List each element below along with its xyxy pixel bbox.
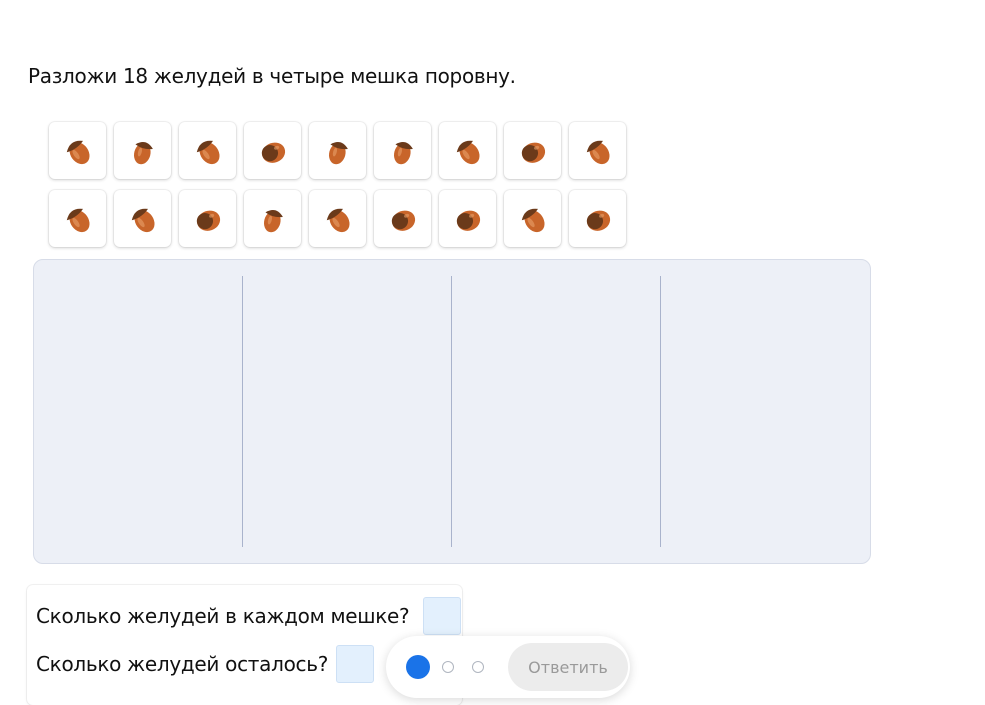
bags-area[interactable] (33, 259, 871, 564)
acorn-card[interactable] (49, 122, 106, 179)
acorn-icon (580, 133, 616, 169)
acorn-card[interactable] (439, 122, 496, 179)
step-dot-2[interactable] (442, 661, 454, 673)
acorn-icon (60, 133, 96, 169)
acorn-icon (385, 201, 421, 237)
acorn-icon (450, 201, 486, 237)
acorn-card[interactable] (309, 190, 366, 247)
acorn-card[interactable] (374, 122, 431, 179)
acorn-tray (49, 122, 629, 247)
question-label-per-bag: Сколько желудей в каждом мешке? (36, 604, 410, 628)
acorn-icon (580, 201, 616, 237)
acorn-card[interactable] (49, 190, 106, 247)
acorn-icon (190, 201, 226, 237)
acorn-card[interactable] (374, 190, 431, 247)
question-label-remaining: Сколько желудей осталось? (36, 652, 329, 676)
acorn-icon (60, 201, 96, 237)
acorn-card[interactable] (114, 190, 171, 247)
bag-slot-4[interactable] (661, 260, 870, 563)
task-title: Разложи 18 желудей в четыре мешка поровн… (28, 64, 516, 88)
acorn-icon (515, 133, 551, 169)
acorn-icon (385, 133, 421, 169)
acorn-card[interactable] (179, 190, 236, 247)
acorn-icon (255, 133, 291, 169)
acorn-icon (255, 201, 291, 237)
acorn-icon (125, 133, 161, 169)
acorn-icon (450, 133, 486, 169)
acorn-card[interactable] (504, 190, 561, 247)
acorn-card[interactable] (439, 190, 496, 247)
bag-slot-2[interactable] (243, 260, 452, 563)
bag-slot-3[interactable] (452, 260, 661, 563)
acorn-card[interactable] (114, 122, 171, 179)
bag-slot-1[interactable] (34, 260, 243, 563)
bottom-action-bar: Ответить (386, 636, 630, 698)
acorn-card[interactable] (244, 190, 301, 247)
acorn-card[interactable] (504, 122, 561, 179)
acorn-icon (125, 201, 161, 237)
acorn-card[interactable] (569, 190, 626, 247)
question-row-remaining: Сколько желудей осталось? (36, 645, 375, 683)
answer-input-remaining[interactable] (336, 645, 375, 683)
acorn-icon (320, 133, 356, 169)
answer-input-per-bag[interactable] (423, 597, 462, 635)
step-dot-3[interactable] (472, 661, 484, 673)
step-dot-1[interactable] (406, 655, 430, 679)
acorn-icon (515, 201, 551, 237)
question-row-per-bag: Сколько желудей в каждом мешке? (36, 597, 462, 635)
submit-button[interactable]: Ответить (508, 643, 628, 691)
acorn-card[interactable] (244, 122, 301, 179)
acorn-icon (190, 133, 226, 169)
acorn-card[interactable] (179, 122, 236, 179)
acorn-card[interactable] (309, 122, 366, 179)
acorn-card[interactable] (569, 122, 626, 179)
acorn-icon (320, 201, 356, 237)
